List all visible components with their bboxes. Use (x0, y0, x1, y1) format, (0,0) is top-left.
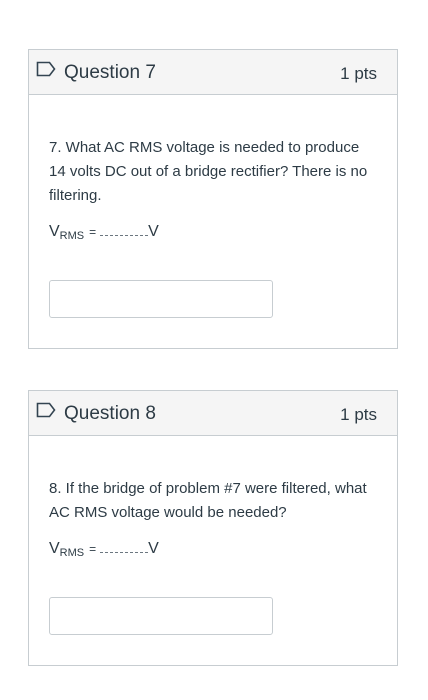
formula-unit: V (148, 223, 159, 240)
question-points: 1 pts (340, 64, 377, 83)
question-body: 7. What AC RMS voltage is needed to prod… (49, 136, 377, 246)
formula-vrms: VRMS = V (49, 539, 377, 563)
formula-equals: = (89, 542, 97, 556)
flag-question-icon[interactable] (36, 61, 56, 77)
formula-variable: V (49, 540, 60, 557)
answer-input[interactable] (49, 597, 273, 635)
formula-unit: V (148, 540, 159, 557)
flag-question-icon[interactable] (36, 402, 56, 418)
question-title: Question 7 (64, 62, 156, 83)
formula-blank (100, 540, 149, 553)
formula-subscript: RMS (59, 230, 85, 242)
question-title: Question 8 (64, 403, 156, 424)
question-card-8: Question 8 1 pts 8. If the bridge of pro… (28, 390, 398, 666)
formula-blank (100, 223, 149, 236)
formula-subscript: RMS (59, 547, 85, 559)
question-points: 1 pts (340, 405, 377, 424)
formula-vrms: VRMS = V (49, 222, 377, 246)
question-text: 7. What AC RMS voltage is needed to prod… (49, 139, 368, 204)
question-header: Question 8 1 pts (29, 391, 397, 436)
question-card-7: Question 7 1 pts 7. What AC RMS voltage … (28, 49, 398, 349)
formula-equals: = (89, 225, 97, 239)
question-body: 8. If the bridge of problem #7 were filt… (49, 477, 377, 563)
question-text: 8. If the bridge of problem #7 were filt… (49, 480, 367, 521)
formula-variable: V (49, 223, 60, 240)
question-header: Question 7 1 pts (29, 50, 397, 95)
answer-input[interactable] (49, 280, 273, 318)
